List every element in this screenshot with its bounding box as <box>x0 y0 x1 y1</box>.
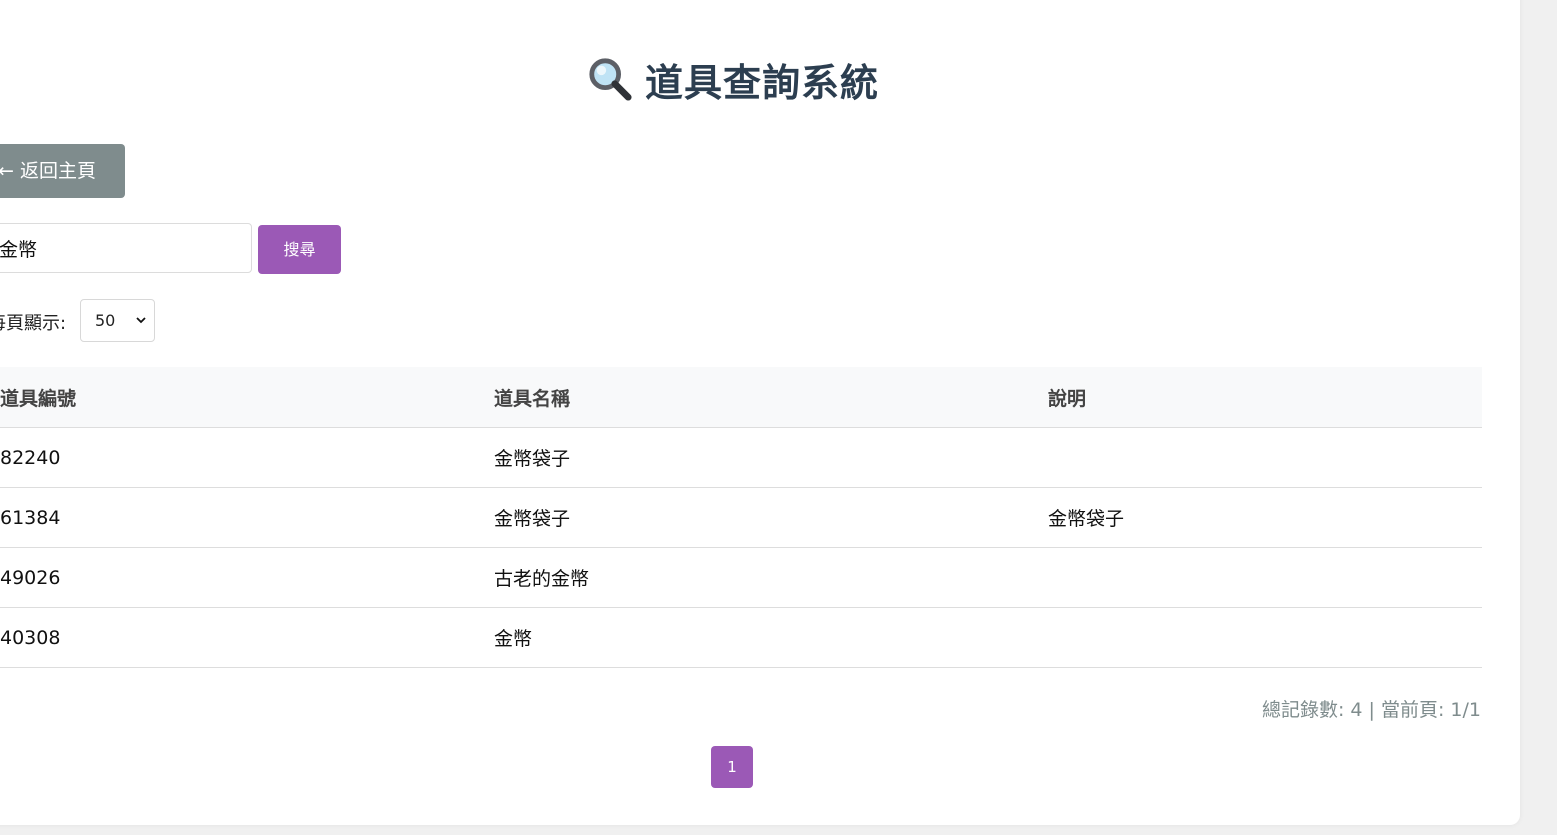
table-row[interactable]: 82240 金幣袋子 <box>0 427 1482 488</box>
page-title: 道具查詢系統 <box>0 52 1466 107</box>
table-row[interactable]: 40308 金幣 <box>0 607 1482 668</box>
cell-description: 金幣袋子 <box>1048 487 1482 548</box>
pagination-page-1-button[interactable]: 1 <box>711 746 753 788</box>
results-table: 道具編號 道具名稱 說明 82240 金幣袋子 61384 金幣袋子 金幣袋子 … <box>0 367 1482 668</box>
per-page-value: 50 <box>95 311 116 330</box>
cell-item-id: 82240 <box>0 427 494 488</box>
table-header-row: 道具編號 道具名稱 說明 <box>0 367 1482 428</box>
magnifying-glass-icon <box>589 58 632 101</box>
page-number-label: 1 <box>727 758 737 776</box>
cell-item-name: 金幣袋子 <box>494 487 1048 548</box>
column-header-item-name[interactable]: 道具名稱 <box>494 367 1048 428</box>
cell-item-name: 金幣袋子 <box>494 427 1048 488</box>
record-summary: 總記錄數: 4 | 當前頁: 1/1 <box>1261 699 1481 721</box>
column-header-item-id[interactable]: 道具編號 <box>0 367 494 428</box>
table-row[interactable]: 61384 金幣袋子 金幣袋子 <box>0 487 1482 548</box>
search-input[interactable] <box>0 223 252 273</box>
cell-description <box>1048 547 1482 608</box>
back-button-label: ← 返回主頁 <box>0 160 96 182</box>
cell-description <box>1048 607 1482 668</box>
search-button-label: 搜尋 <box>283 240 316 259</box>
page-title-text: 道具查詢系統 <box>644 61 879 105</box>
column-header-description[interactable]: 說明 <box>1048 367 1482 428</box>
cell-item-id: 40308 <box>0 607 494 668</box>
per-page-select[interactable]: 50 <box>80 299 155 342</box>
search-button[interactable]: 搜尋 <box>258 225 341 274</box>
cell-item-id: 49026 <box>0 547 494 608</box>
cell-item-name: 金幣 <box>494 607 1048 668</box>
back-to-home-button[interactable]: ← 返回主頁 <box>0 144 125 198</box>
chevron-down-icon <box>136 317 146 324</box>
per-page-label: 每頁顯示: <box>0 313 67 334</box>
cell-description <box>1048 427 1482 488</box>
table-row[interactable]: 49026 古老的金幣 <box>0 547 1482 608</box>
cell-item-id: 61384 <box>0 487 494 548</box>
cell-item-name: 古老的金幣 <box>494 547 1048 608</box>
